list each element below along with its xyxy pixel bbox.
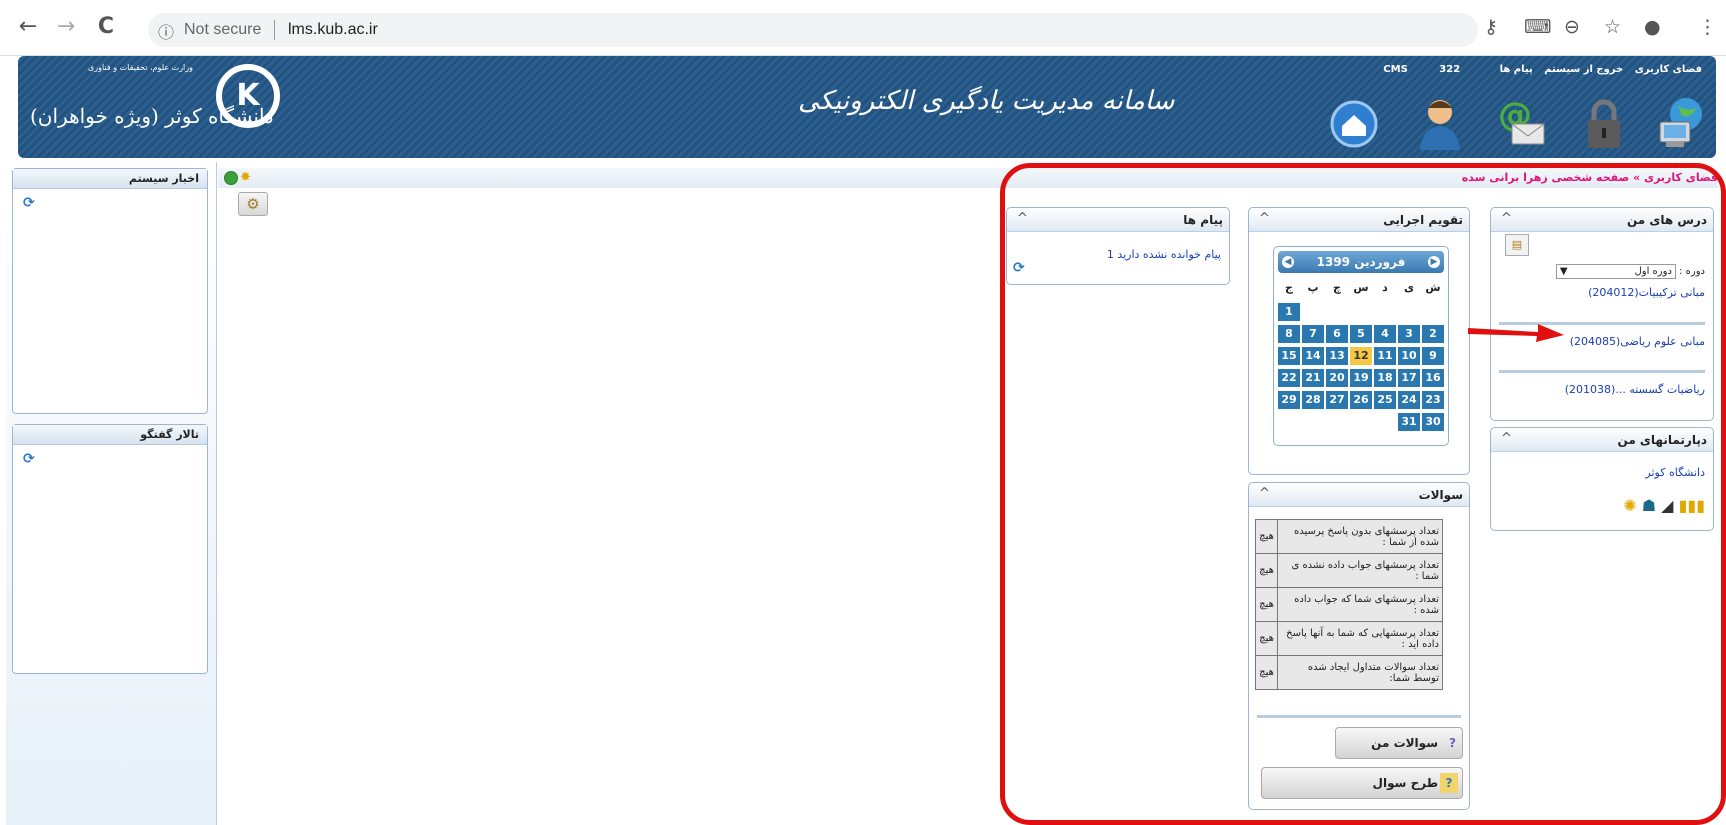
browser-toolbar: ← → C ⓘ Not secure lms.kub.ac.ir ⚷ ⌨ ⊖ ☆… xyxy=(0,0,1726,56)
forward-button[interactable]: → xyxy=(52,14,80,39)
logout-link[interactable]: خروج از سیستم xyxy=(1544,64,1623,75)
settings-icon[interactable]: ✸ xyxy=(240,170,256,185)
refresh-icon[interactable]: ⟳ xyxy=(23,195,35,211)
university-logo[interactable]: K xyxy=(216,64,280,128)
news-panel: اخبار سیستم ⟳ xyxy=(12,168,208,414)
user-icon[interactable] xyxy=(1412,94,1468,152)
highlight-box xyxy=(1000,163,1726,825)
message-count: 322 xyxy=(1439,64,1461,75)
pointer-arrow xyxy=(1468,324,1564,342)
email-icon[interactable]: @ xyxy=(1494,94,1550,152)
back-button[interactable]: ← xyxy=(14,14,42,39)
user-space-link[interactable]: فضای کاربری xyxy=(1635,64,1702,75)
reload-button[interactable]: C xyxy=(92,14,120,39)
url-text[interactable]: lms.kub.ac.ir xyxy=(288,21,378,39)
translate-icon[interactable]: ⌨ xyxy=(1524,16,1551,38)
cms-link[interactable]: CMS xyxy=(1383,64,1408,75)
lock-icon[interactable] xyxy=(1576,94,1632,152)
customize-button[interactable]: ⚙ xyxy=(238,192,268,216)
menu-icon[interactable]: ⋮ xyxy=(1698,16,1717,38)
address-bar[interactable]: ⓘ Not secure lms.kub.ac.ir xyxy=(148,13,1478,47)
header-links: فضای کاربری خروج از سیستم پیام ها 322 CM… xyxy=(1375,64,1702,75)
refresh-icon[interactable]: ⟳ xyxy=(23,451,35,467)
security-label: Not secure xyxy=(184,21,262,38)
forum-panel: تالار گفتگو ⟳ xyxy=(12,424,208,674)
info-icon[interactable]: ⓘ xyxy=(158,19,174,43)
address-separator xyxy=(274,20,275,40)
system-title: سامانه مدیریت یادگیری الکترونیکی xyxy=(798,86,1175,116)
messages-link[interactable]: پیام ها xyxy=(1500,64,1533,75)
star-icon[interactable]: ☆ xyxy=(1604,16,1621,38)
zoom-icon[interactable]: ⊖ xyxy=(1564,16,1580,38)
key-icon[interactable]: ⚷ xyxy=(1484,16,1498,38)
forum-title: تالار گفتگو xyxy=(13,425,207,445)
profile-icon[interactable]: ● xyxy=(1644,16,1661,38)
network-icon[interactable] xyxy=(1652,94,1708,152)
site-header: وزارت علوم، تحقیقات و فناوری دانشگاه کوث… xyxy=(18,56,1716,158)
home-icon[interactable] xyxy=(1326,94,1382,152)
add-widget-icon[interactable] xyxy=(224,171,238,185)
column-divider xyxy=(216,162,217,825)
news-title: اخبار سیستم xyxy=(13,169,207,189)
ministry-text: وزارت علوم، تحقیقات و فناوری xyxy=(88,63,193,72)
